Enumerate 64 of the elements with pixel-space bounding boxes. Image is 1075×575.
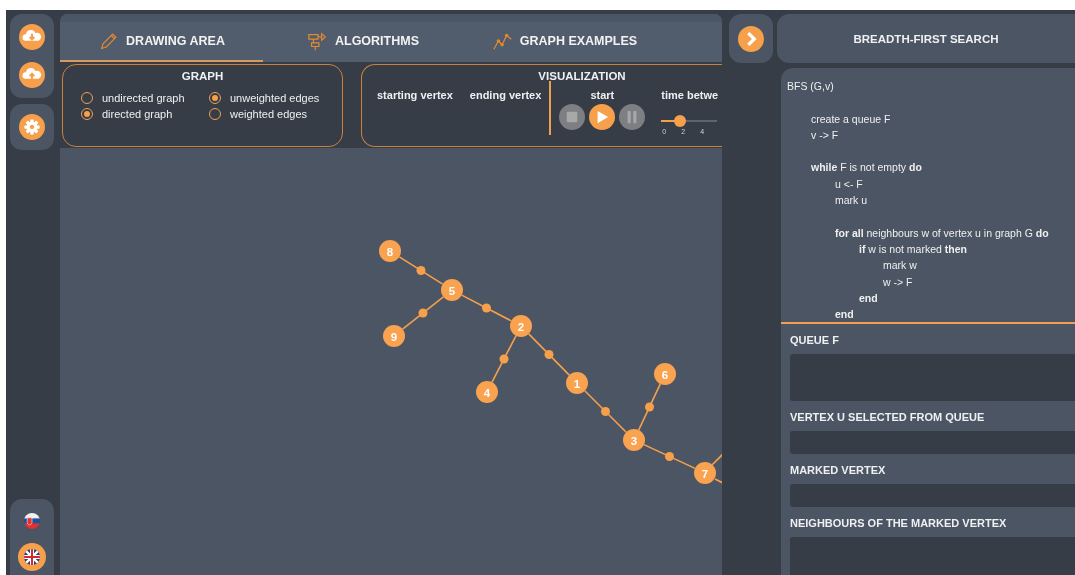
code-line: v -> F — [811, 128, 839, 141]
flag-icon — [24, 513, 40, 529]
radio-option[interactable]: undirected graph — [81, 92, 209, 104]
graph-node[interactable]: 5 — [441, 279, 463, 301]
stop-icon — [565, 110, 580, 124]
download-button[interactable] — [16, 21, 48, 53]
radio-option[interactable]: directed graph — [81, 108, 209, 120]
graph-node[interactable]: 2 — [510, 315, 532, 337]
time-slider[interactable] — [661, 115, 718, 127]
tab[interactable]: ALGORITHMS — [263, 22, 463, 62]
code-line: for all neighbours w of vertex u in graph G do — [835, 226, 1049, 239]
edge — [460, 294, 513, 322]
edge — [711, 451, 722, 466]
graph-node[interactable]: 6 — [654, 363, 676, 385]
flowchart-icon — [307, 30, 329, 52]
section-label: NEIGHBOURS OF THE MARKED VERTEX — [790, 517, 1008, 529]
chevron-right-icon — [737, 25, 764, 52]
section-label: VERTEX U SELECTED FROM QUEUE — [790, 411, 986, 423]
card-title: GRAPH — [180, 70, 225, 82]
flag-icon — [24, 549, 40, 565]
cloud-download-icon — [19, 24, 45, 50]
code-line: create a queue F — [811, 112, 891, 125]
code-line: BFS (G,v) — [787, 80, 834, 92]
code-line: end — [835, 308, 854, 321]
algorithm-title: BREADTH-FIRST SEARCH — [777, 14, 1075, 63]
starting-vertex-label: starting vertex — [377, 89, 453, 103]
graph-node[interactable]: 8 — [379, 240, 401, 262]
edge — [398, 256, 444, 285]
ending-vertex-label: ending vertex — [469, 89, 542, 103]
code-line: u <- F — [835, 177, 863, 190]
graph-node[interactable]: 4 — [476, 381, 498, 403]
cloud-upload-icon — [19, 62, 45, 88]
graph-node[interactable]: 1 — [566, 372, 588, 394]
section-label: MARKED VERTEX — [790, 464, 887, 476]
code-line: while F is not empty do — [811, 161, 922, 174]
radio-option[interactable]: weighted edges — [209, 108, 339, 120]
edge — [637, 383, 662, 431]
code-line: mark u — [835, 194, 868, 207]
tab[interactable]: GRAPH EXAMPLES — [463, 22, 666, 62]
card-title: VISUALIZATION — [537, 70, 627, 82]
settings-icon — [19, 114, 45, 140]
time-label: time betwe — [661, 89, 719, 101]
start-label: start — [590, 89, 615, 101]
code-line: end — [859, 291, 878, 304]
graph-node[interactable]: 9 — [383, 325, 405, 347]
code-line: mark w — [883, 259, 917, 272]
radio-option[interactable]: unweighted edges — [209, 92, 339, 104]
graph-node[interactable]: 3 — [623, 429, 645, 451]
section-label: QUEUE F — [790, 334, 840, 346]
settings-button[interactable] — [16, 111, 48, 143]
code-line: w -> F — [883, 275, 913, 288]
edge — [527, 333, 571, 376]
upload-button[interactable] — [16, 59, 48, 91]
graph-node[interactable]: 7 — [694, 462, 716, 484]
edge — [714, 478, 722, 485]
edge — [643, 443, 696, 470]
play-button[interactable] — [589, 104, 616, 130]
edge — [491, 334, 517, 384]
edge — [401, 296, 445, 330]
language-button[interactable] — [18, 543, 46, 571]
collapse-button[interactable] — [728, 14, 773, 63]
edge — [584, 389, 627, 434]
play-icon — [595, 110, 610, 124]
code-line: if w is not marked then — [859, 242, 967, 255]
